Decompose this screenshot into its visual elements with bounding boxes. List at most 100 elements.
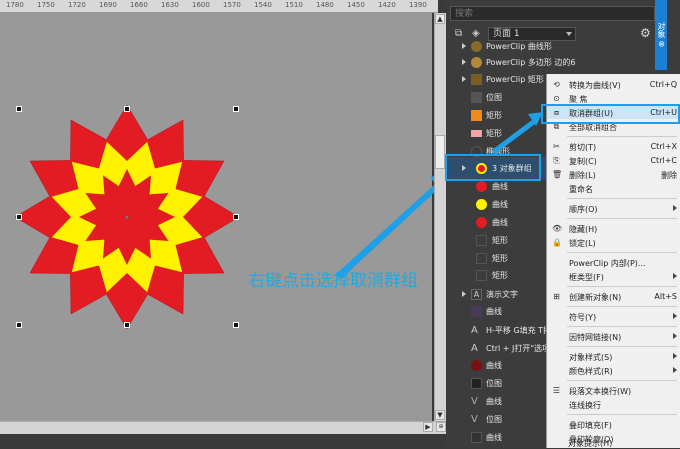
selection-handle[interactable]: [16, 322, 22, 328]
object-label: 曲线: [492, 218, 508, 227]
object-row[interactable]: 曲线: [452, 214, 552, 232]
menu-separator: [567, 198, 677, 199]
object-label: 位图: [486, 415, 502, 424]
ruler-tick: 1660: [130, 1, 148, 9]
menu-item-label: 叠印填充(F): [569, 421, 612, 430]
ruler-tick: 1630: [161, 1, 179, 9]
selection-handle[interactable]: [233, 214, 239, 220]
ungroup-callout-box: [541, 104, 680, 124]
text-wrap-icon: ☰: [552, 386, 561, 395]
arrow-to-menu-shaft: [492, 120, 535, 154]
submenu-arrow-icon: [673, 367, 677, 373]
selection-handle[interactable]: [16, 106, 22, 112]
object-label: 曲线: [486, 307, 502, 316]
menu-item-paragraph-wrap[interactable]: ☰ 段落文本换行(W): [547, 384, 680, 397]
menu-item-order[interactable]: 顺序(O): [547, 202, 680, 215]
submenu-arrow-icon: [673, 313, 677, 319]
copy-icon: ⎘: [553, 156, 560, 165]
focus-icon: ⊙: [553, 94, 560, 103]
menu-item-powerclip-inside[interactable]: PowerClip 内部(P)...: [547, 256, 680, 269]
menu-item-delete[interactable]: 🗑 删除(L) 删除: [547, 168, 680, 181]
object-row[interactable]: V 曲线: [452, 393, 552, 411]
object-row[interactable]: 矩形: [452, 250, 552, 268]
ruler-tick: 1540: [254, 1, 272, 9]
curve-icon: [471, 360, 482, 371]
object-row[interactable]: 矩形: [452, 232, 552, 250]
curve-icon: V: [471, 396, 478, 407]
menu-item-symbol[interactable]: 符号(Y): [547, 310, 680, 323]
menu-separator: [567, 218, 677, 219]
object-row[interactable]: A H-平移 G填充 T拷贝: [452, 322, 559, 340]
object-row[interactable]: 位图: [452, 375, 552, 393]
scroll-down-icon[interactable]: ▼: [435, 410, 445, 420]
menu-item-label: 剪切(T): [569, 143, 597, 152]
horizontal-scrollbar[interactable]: [0, 421, 446, 434]
menu-item-overprint-fill[interactable]: 叠印填充(F): [547, 418, 680, 431]
menu-item-label: 重命名: [569, 185, 593, 194]
object-label: PowerClip 多边形 边的6: [486, 58, 576, 67]
menu-item-hide[interactable]: 👁 隐藏(H): [547, 222, 680, 235]
object-label: 曲线: [486, 433, 502, 442]
scroll-up-icon[interactable]: ▲: [435, 14, 445, 24]
object-row[interactable]: 曲线: [452, 196, 552, 214]
menu-item-line-wrap[interactable]: 连线换行: [547, 398, 680, 411]
cut-icon: ✂: [553, 142, 560, 151]
rectangle-icon: [476, 270, 487, 281]
gear-icon[interactable]: ⚙: [640, 26, 651, 40]
docker-tab-objects[interactable]: 对象 ⊗: [655, 0, 667, 70]
ruler-tick: 1750: [37, 1, 55, 9]
expand-icon[interactable]: [462, 76, 466, 82]
rectangle-icon: [476, 235, 487, 246]
menu-item-label: 段落文本换行(W): [569, 387, 632, 396]
menu-item-label: 连线换行: [569, 401, 601, 410]
menu-item-copy[interactable]: ⎘ 复制(C) Ctrl+C: [547, 154, 680, 167]
menu-item-lock[interactable]: 🔒 锁定(L): [547, 236, 680, 249]
search-input[interactable]: 搜索: [450, 6, 655, 21]
selection-handle[interactable]: [16, 214, 22, 220]
object-row[interactable]: 曲线: [452, 357, 552, 375]
powerclip-icon: [471, 57, 482, 68]
menu-separator: [567, 252, 677, 253]
object-row[interactable]: PowerClip 多边形 边的6: [452, 54, 575, 72]
menu-item-color-styles[interactable]: 颜色样式(R): [547, 364, 680, 377]
menu-item-create-new-object[interactable]: ⊞ 创建新对象(N) Alt+S: [547, 290, 680, 303]
zoom-icon[interactable]: ⊕: [436, 422, 446, 432]
menu-item-object-hints[interactable]: 对象提示(H): [546, 436, 680, 449]
menu-item-object-styles[interactable]: 对象样式(S): [547, 350, 680, 363]
object-row[interactable]: 曲线: [452, 303, 552, 321]
menu-item-internet-link[interactable]: 因特网链接(N): [547, 330, 680, 343]
curve-icon: [476, 199, 487, 210]
menu-separator: [567, 286, 677, 287]
selection-handle[interactable]: [233, 322, 239, 328]
expand-icon[interactable]: [462, 43, 466, 49]
menu-item-rename[interactable]: 重命名: [547, 182, 680, 195]
selection-handle[interactable]: [124, 106, 130, 112]
ruler-tick: 1600: [192, 1, 210, 9]
powerclip-icon: [471, 74, 482, 85]
scroll-right-icon[interactable]: ▶: [423, 422, 433, 432]
object-row[interactable]: A 演示文字: [452, 286, 552, 304]
selection-handle[interactable]: [233, 106, 239, 112]
ruler-tick: 1510: [285, 1, 303, 9]
expand-icon[interactable]: [462, 59, 466, 65]
menu-item-cut[interactable]: ✂ 剪切(T) Ctrl+X: [547, 140, 680, 153]
menu-item-frame-type[interactable]: 框类型(F): [547, 270, 680, 283]
menu-separator: [567, 380, 677, 381]
object-label: PowerClip 矩形: [486, 75, 544, 84]
object-row[interactable]: V 位图: [452, 411, 552, 429]
curve-icon: [471, 432, 482, 443]
menu-item-convert-to-curves[interactable]: ⟲ 转换为曲线(V) Ctrl+Q: [547, 78, 680, 91]
object-row[interactable]: PowerClip 矩形: [452, 71, 552, 89]
expand-icon[interactable]: [462, 291, 466, 297]
object-row[interactable]: A Ctrl + J打开"选项": [452, 340, 554, 358]
object-row[interactable]: 曲线: [452, 429, 552, 447]
ruler-tick: 1450: [347, 1, 365, 9]
menu-item-label: 对象提示(H): [568, 439, 613, 448]
object-label: PowerClip 曲线形: [486, 42, 552, 51]
text-icon: A: [471, 343, 478, 354]
selection-handle[interactable]: [124, 322, 130, 328]
object-row[interactable]: 矩形: [452, 267, 552, 285]
vertical-scroll-thumb[interactable]: [435, 135, 445, 169]
annotation-text: 右键点击选择取消群组: [248, 271, 418, 291]
convert-curve-icon: ⟲: [553, 80, 560, 89]
